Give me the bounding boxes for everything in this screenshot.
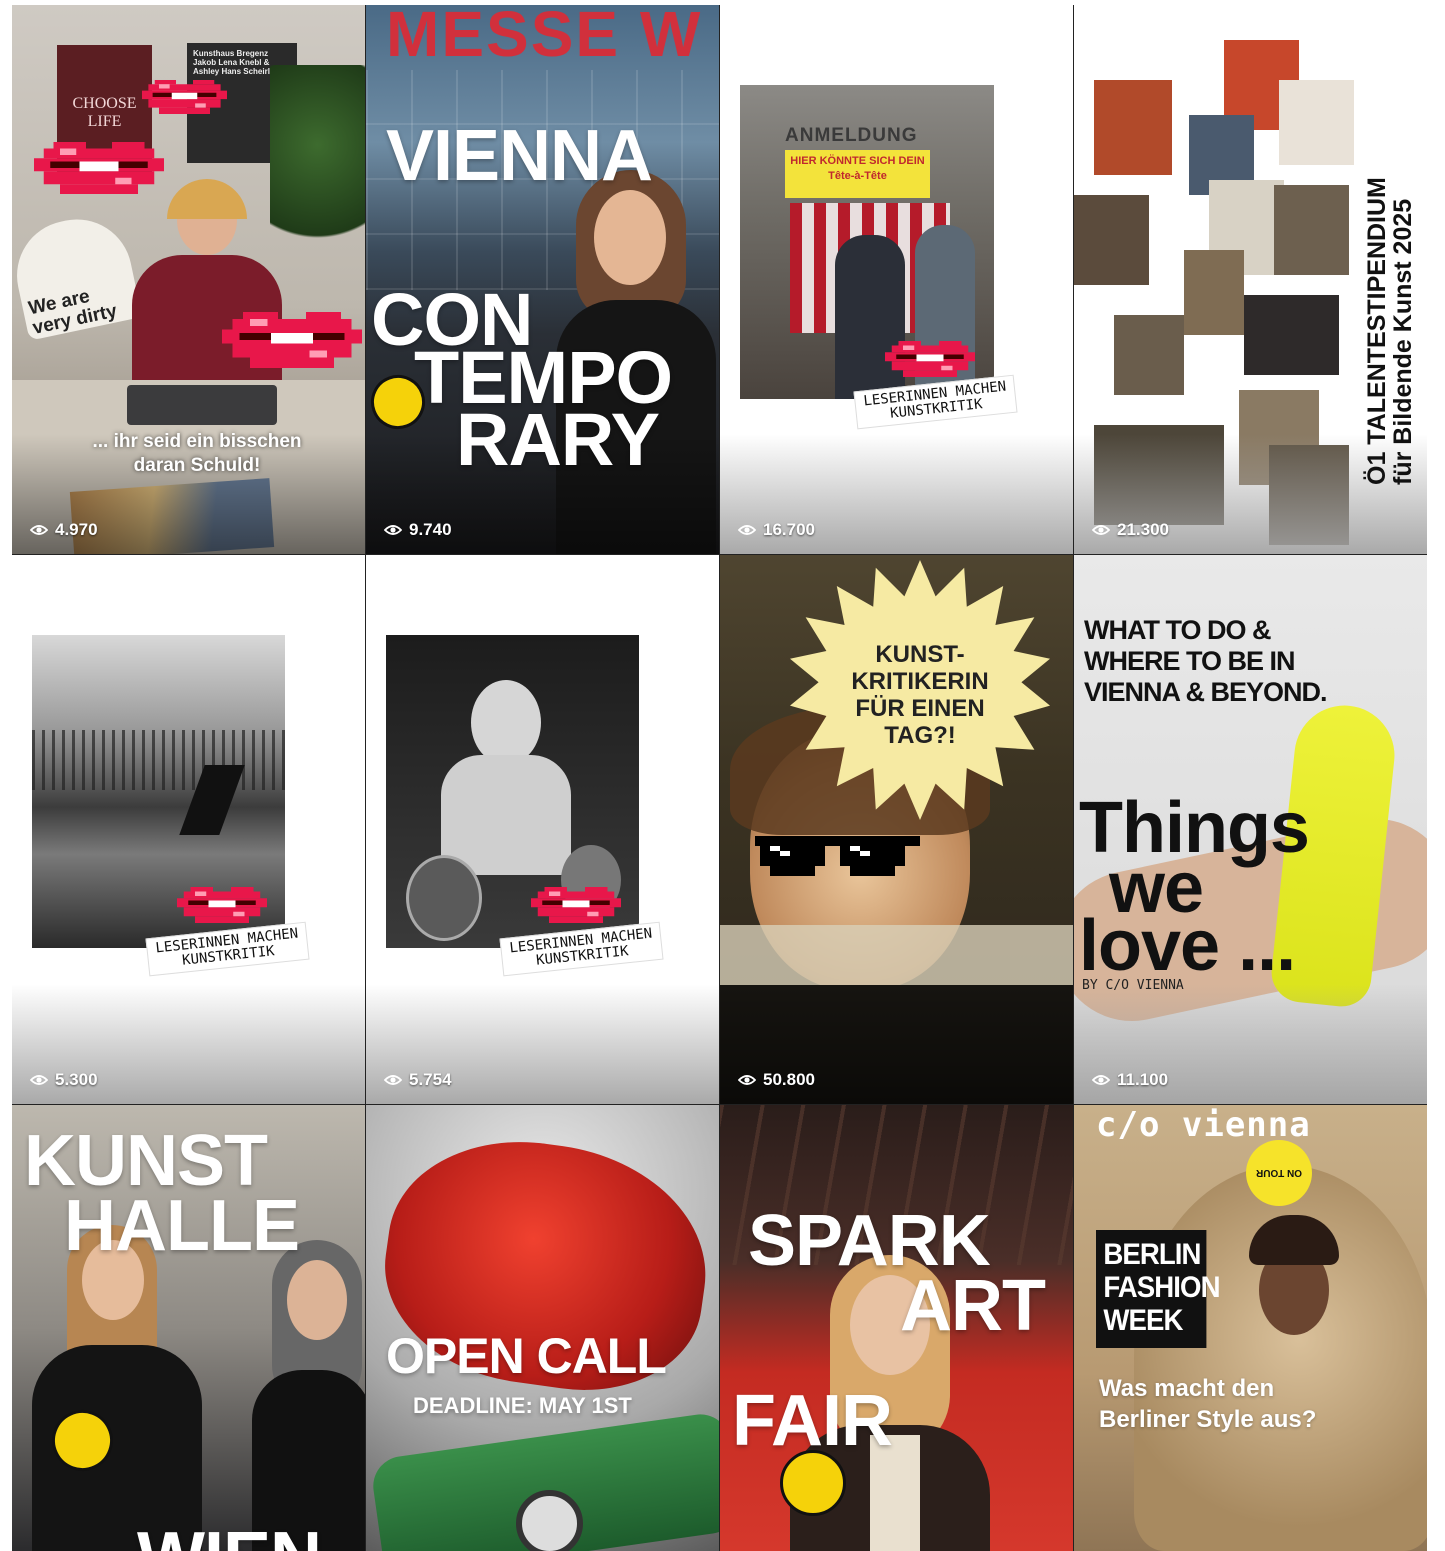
plant <box>270 65 365 265</box>
view-count-value: 4.970 <box>55 520 98 539</box>
reel-tile-1[interactable]: CHOOSE LIFE Kunsthaus Bregenz Jakob Lena… <box>12 5 365 554</box>
view-count-value: 16.700 <box>763 520 815 539</box>
view-count-value: 21.300 <box>1117 520 1169 539</box>
deadline-text: DEADLINE: MAY 1ST <box>413 1393 632 1418</box>
caption-text: ... ihr seid ein bisschen daran Schuld! <box>92 431 302 476</box>
reel-tile-2[interactable]: MESSE W VIENNA CON TEMPO RARY 9.740 <box>366 5 719 554</box>
view-count: 5.300 <box>30 1070 98 1090</box>
view-count: 21.300 <box>1092 520 1169 540</box>
view-count: 50.800 <box>738 1070 815 1090</box>
view-count-value: 5.754 <box>409 1070 452 1089</box>
view-count: 16.700 <box>738 520 815 540</box>
eye-icon <box>384 524 402 536</box>
reels-grid: CHOOSE LIFE Kunsthaus Bregenz Jakob Lena… <box>12 5 1427 1551</box>
lips-sticker <box>177 880 267 930</box>
person-right <box>252 1240 365 1551</box>
reel-tile-11[interactable]: SPARK ART FAIR <box>720 1105 1073 1551</box>
lips-sticker <box>885 335 975 383</box>
open-call-title: OPEN CALL <box>386 1328 667 1384</box>
eye-icon <box>738 524 756 536</box>
things-we-love-3: love ... <box>1079 906 1296 986</box>
lips-sticker <box>531 880 621 930</box>
reel-tile-3[interactable]: ANMELDUNG HIER KÖNNTE SICH DEIN Tête-à-T… <box>720 5 1073 554</box>
view-count: 5.754 <box>384 1070 452 1090</box>
person-left <box>32 1225 202 1551</box>
view-count-value: 11.100 <box>1117 1070 1169 1089</box>
building-sign: MESSE W <box>386 5 703 70</box>
eye-icon <box>30 1074 48 1086</box>
eye-icon <box>1092 524 1110 536</box>
reel-tile-9[interactable]: KUNST HALLE WIEN <box>12 1105 365 1551</box>
view-count-value: 5.300 <box>55 1070 98 1089</box>
title-vienna: VIENNA <box>386 116 653 196</box>
reel-tile-4[interactable]: Ö1 TALENTESTIPENDIUM für Bildende Kunst … <box>1074 5 1427 554</box>
view-count: 11.100 <box>1092 1070 1168 1090</box>
burst-text: KUNST- KRITIKERIN FÜR EINEN TAG?! <box>851 641 989 749</box>
by-line: BY C/O VIENNA <box>1082 978 1184 993</box>
laptop <box>127 385 277 425</box>
reel-tile-8[interactable]: WHAT TO DO & WHERE TO BE IN VIENNA & BEY… <box>1074 555 1427 1104</box>
reel-tile-12[interactable]: c/o vienna ON TOUR BERLIN FASHION WEEK W… <box>1074 1105 1427 1551</box>
lips-sticker <box>222 305 362 375</box>
title-halle: HALLE <box>64 1186 300 1266</box>
eye-icon <box>384 1074 402 1086</box>
side-title: Ö1 TALENTESTIPENDIUM für Bildende Kunst … <box>1363 65 1417 485</box>
banner: HIER KÖNNTE SICH DEIN Tête-à-Tête <box>785 150 930 198</box>
title-fair: FAIR <box>732 1381 893 1461</box>
question-text: Was macht den Berliner Style aus? <box>1099 1375 1317 1433</box>
painting-collar <box>720 925 1073 985</box>
lips-sticker <box>34 135 164 201</box>
reel-tile-10[interactable]: OPEN CALL DEADLINE: MAY 1ST <box>366 1105 719 1551</box>
title-art: ART <box>900 1266 1046 1346</box>
eye-icon <box>30 524 48 536</box>
deal-with-it-sunglasses <box>755 836 920 876</box>
view-count: 4.970 <box>30 520 98 540</box>
side-title-line2: für Bildende Kunst 2025 <box>1389 198 1417 485</box>
on-tour-label: ON TOUR <box>1256 1167 1302 1179</box>
title-rary: RARY <box>456 398 660 481</box>
title-wien: WIEN <box>137 1517 322 1551</box>
reel-tile-7[interactable]: KUNST- KRITIKERIN FÜR EINEN TAG?! 50.800 <box>720 555 1073 1104</box>
side-title-line1: Ö1 TALENTESTIPENDIUM <box>1363 177 1391 485</box>
view-count-value: 50.800 <box>763 1070 815 1089</box>
reel-tile-6[interactable]: LESERINNEN MACHEN KUNSTKRITIK 5.754 <box>366 555 719 1104</box>
view-count: 9.740 <box>384 520 452 540</box>
view-count-value: 9.740 <box>409 520 452 539</box>
headline: WHAT TO DO & WHERE TO BE IN VIENNA & BEY… <box>1084 615 1328 707</box>
car-wheel <box>516 1490 583 1551</box>
lips-sticker <box>142 73 227 121</box>
eye-icon <box>738 1074 756 1086</box>
brand-logo: c/o vienna <box>1096 1105 1311 1145</box>
fashion-week-box: BERLIN FASHION WEEK <box>1096 1230 1221 1348</box>
on-tour-badge: ON TOUR <box>1246 1140 1312 1206</box>
eye-icon <box>1092 1074 1110 1086</box>
reel-tile-5[interactable]: LESERINNEN MACHEN KUNSTKRITIK 5.300 <box>12 555 365 1104</box>
sign-anmeldung: ANMELDUNG <box>785 125 918 146</box>
